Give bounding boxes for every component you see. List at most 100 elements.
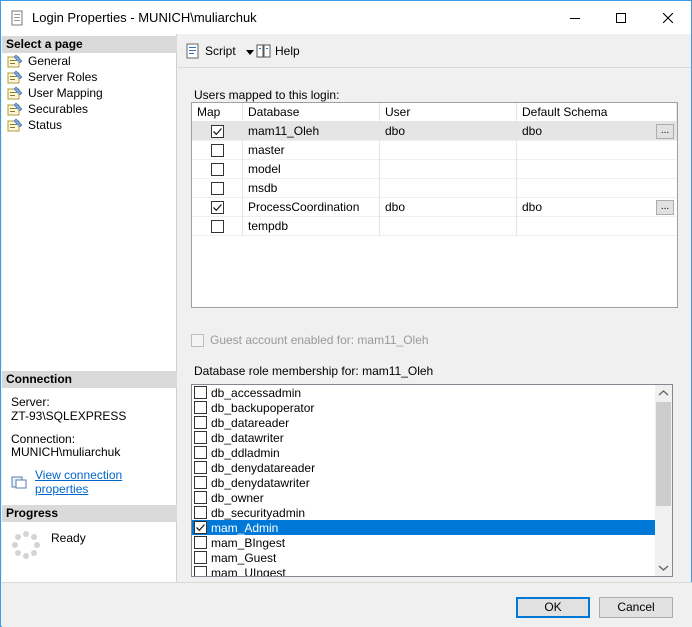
page-wrench-icon — [7, 70, 24, 84]
cancel-button[interactable]: Cancel — [599, 597, 673, 618]
minimize-button[interactable] — [552, 1, 598, 34]
table-row[interactable]: ProcessCoordination dbo dbo... — [192, 198, 677, 217]
map-checkbox[interactable] — [211, 125, 224, 138]
role-label: db_datawriter — [211, 430, 284, 445]
role-checkbox[interactable] — [194, 506, 207, 519]
database-cell: msdb — [243, 179, 380, 198]
role-checkbox[interactable] — [194, 401, 207, 414]
default-schema-cell[interactable] — [517, 217, 677, 236]
default-schema-cell[interactable]: dbo — [517, 122, 677, 141]
scroll-down-arrow-icon[interactable] — [658, 562, 669, 573]
default-schema-cell[interactable] — [517, 179, 677, 198]
role-label: db_backupoperator — [211, 400, 315, 415]
user-cell[interactable]: dbo — [380, 122, 517, 141]
role-checkbox[interactable] — [194, 431, 207, 444]
maximize-button[interactable] — [598, 1, 644, 34]
scroll-up-arrow-icon[interactable] — [658, 388, 669, 399]
user-cell[interactable] — [380, 217, 517, 236]
title-bar[interactable]: Login Properties - MUNICH\muliarchuk — [1, 1, 691, 34]
table-row[interactable]: mam11_Oleh dbo dbo... — [192, 122, 677, 141]
role-membership-label: Database role membership for: mam11_Oleh — [194, 364, 434, 378]
role-list-scrollbar[interactable] — [655, 385, 672, 576]
page-wrench-icon — [7, 102, 24, 116]
view-connection-link[interactable]: View connection properties — [11, 468, 176, 496]
user-cell[interactable] — [380, 160, 517, 179]
table-row[interactable]: model — [192, 160, 677, 179]
map-cell — [192, 141, 243, 160]
dialog-footer: OK Cancel — [2, 582, 692, 627]
page-item-securables[interactable]: Securables — [7, 101, 88, 117]
list-item[interactable]: db_ddladmin — [192, 445, 656, 460]
list-item[interactable]: db_denydatawriter — [192, 475, 656, 490]
page-item-user-mapping[interactable]: User Mapping — [7, 85, 103, 101]
role-checkbox[interactable] — [194, 536, 207, 549]
default-schema-cell[interactable]: dbo — [517, 198, 677, 217]
scroll-thumb[interactable] — [656, 402, 671, 506]
list-item[interactable]: db_owner — [192, 490, 656, 505]
schema-browse-button[interactable]: ... — [656, 200, 674, 215]
page-item-general[interactable]: General — [7, 53, 71, 69]
list-item[interactable]: db_denydatareader — [192, 460, 656, 475]
role-checkbox[interactable] — [194, 491, 207, 504]
list-item[interactable]: mam_Guest — [192, 550, 656, 565]
role-checkbox[interactable] — [194, 476, 207, 489]
help-button[interactable]: Help — [256, 43, 300, 59]
role-checkbox[interactable] — [194, 386, 207, 399]
close-button[interactable] — [645, 1, 691, 34]
list-item[interactable]: mam_BIngest — [192, 535, 656, 550]
map-checkbox[interactable] — [211, 201, 224, 214]
table-row[interactable]: master — [192, 141, 677, 160]
list-item[interactable]: mam_UIngest — [192, 565, 656, 576]
script-dropdown-icon[interactable] — [245, 44, 254, 58]
list-item[interactable]: db_securityadmin — [192, 505, 656, 520]
user-cell[interactable] — [380, 179, 517, 198]
login-properties-window: Login Properties - MUNICH\muliarchuk Sel… — [0, 0, 692, 627]
help-icon — [256, 43, 272, 59]
window-title: Login Properties - MUNICH\muliarchuk — [32, 10, 257, 25]
guest-account-checkbox[interactable]: Guest account enabled for: mam11_Oleh — [191, 333, 429, 347]
default-schema-cell[interactable] — [517, 141, 677, 160]
user-cell[interactable]: dbo — [380, 198, 517, 217]
map-cell — [192, 160, 243, 179]
list-item[interactable]: db_backupoperator — [192, 400, 656, 415]
role-checkbox[interactable] — [194, 461, 207, 474]
role-checkbox[interactable] — [194, 416, 207, 429]
role-membership-list[interactable]: db_accessadmin db_backupoperator db_datare… — [191, 384, 673, 577]
page-wrench-icon — [7, 54, 24, 68]
role-checkbox[interactable] — [194, 566, 207, 576]
list-item[interactable]: db_accessadmin — [192, 385, 656, 400]
role-label: mam_Admin — [211, 520, 279, 535]
table-row[interactable]: tempdb — [192, 217, 677, 236]
column-header-default-schema[interactable]: Default Schema — [517, 103, 677, 122]
list-item[interactable]: db_datawriter — [192, 430, 656, 445]
column-header-user[interactable]: User — [380, 103, 517, 122]
page-item-label: User Mapping — [28, 86, 103, 100]
user-cell[interactable] — [380, 141, 517, 160]
default-schema-cell[interactable] — [517, 160, 677, 179]
map-cell — [192, 122, 243, 141]
role-checkbox[interactable] — [194, 521, 207, 534]
connection-value: MUNICH\muliarchuk — [11, 445, 121, 459]
role-label: db_owner — [211, 490, 264, 505]
role-label: db_accessadmin — [211, 385, 302, 400]
ok-button[interactable]: OK — [516, 597, 590, 618]
list-item[interactable]: db_datareader — [192, 415, 656, 430]
schema-browse-button[interactable]: ... — [656, 124, 674, 139]
minimize-icon — [570, 17, 580, 19]
page-item-status[interactable]: Status — [7, 117, 62, 133]
map-checkbox[interactable] — [211, 144, 224, 157]
role-label: db_ddladmin — [211, 445, 280, 460]
guest-checkbox-box[interactable] — [191, 333, 204, 347]
role-checkbox[interactable] — [194, 446, 207, 459]
role-checkbox[interactable] — [194, 551, 207, 564]
users-mapped-grid[interactable]: Map Database User Default Schema mam11_O… — [191, 102, 678, 308]
table-row[interactable]: msdb — [192, 179, 677, 198]
script-button[interactable]: Script — [185, 43, 254, 59]
column-header-database[interactable]: Database — [243, 103, 380, 122]
list-item[interactable]: mam_Admin — [192, 520, 656, 535]
map-checkbox[interactable] — [211, 182, 224, 195]
page-item-server-roles[interactable]: Server Roles — [7, 69, 97, 85]
column-header-map[interactable]: Map — [192, 103, 243, 122]
map-checkbox[interactable] — [211, 220, 224, 233]
map-checkbox[interactable] — [211, 163, 224, 176]
